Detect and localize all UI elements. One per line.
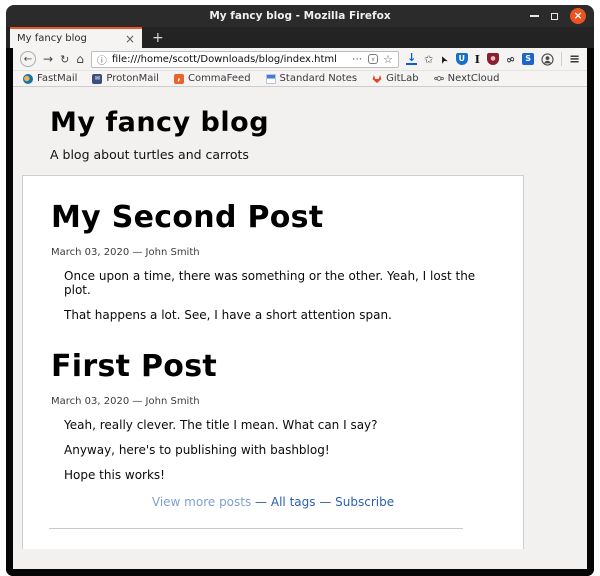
blue-s-extension-icon[interactable]: S (522, 53, 534, 65)
bookmark-label: NextCloud (448, 73, 500, 84)
post-paragraph: Once upon a time, there was something or… (64, 269, 495, 297)
bookmark-protonmail[interactable]: ✉ ProtonMail (92, 73, 159, 84)
minimize-icon[interactable] (530, 15, 539, 17)
protonmail-favicon: ✉ (92, 74, 102, 84)
bookmark-label: ProtonMail (106, 73, 159, 84)
red-shield-extension-icon[interactable] (487, 53, 499, 65)
ublock-shield-icon[interactable]: U (456, 53, 468, 65)
cursor-extension-icon[interactable]: ➤ (438, 53, 452, 65)
toolbar-separator (561, 52, 562, 66)
downloads-icon[interactable]: ↓ (406, 53, 417, 65)
nav-separator: — (251, 495, 271, 509)
glasses-extension-icon[interactable]: ∞ (504, 51, 517, 66)
post-navigation: View more posts — All tags — Subscribe (23, 495, 523, 509)
post-paragraph: Hope this works! (64, 468, 495, 482)
bookmark-star-icon[interactable]: ☆ (383, 53, 393, 66)
pocket-icon[interactable]: ∨ (368, 54, 378, 64)
post-title[interactable]: First Post (51, 349, 495, 384)
bookmark-label: Standard Notes (280, 73, 358, 84)
site-subtitle: A blog about turtles and carrots (50, 147, 587, 162)
forward-button[interactable]: → (43, 53, 53, 65)
view-more-posts-link[interactable]: View more posts (152, 495, 251, 509)
tab-strip: My fancy blog × + (6, 27, 594, 48)
tab-title: My fancy blog (17, 33, 121, 44)
footer-divider (49, 528, 463, 529)
close-icon[interactable]: × (570, 8, 586, 24)
window-controls: × (530, 5, 586, 27)
back-button[interactable]: ← (20, 51, 36, 67)
letter-i-extension-icon[interactable]: I (475, 53, 480, 66)
bookmark-label: CommaFeed (188, 73, 251, 84)
url-bar[interactable]: ⓘ file:///home/scott/Downloads/blog/inde… (91, 51, 399, 68)
site-info-icon[interactable]: ⓘ (97, 52, 107, 67)
fastmail-favicon (23, 74, 33, 84)
post-title[interactable]: My Second Post (51, 200, 495, 235)
bookmark-label: FastMail (37, 73, 77, 84)
firefox-window: My fancy blog - Mozilla Firefox × My fan… (6, 5, 594, 556)
post-paragraph: Yeah, really clever. The title I mean. W… (64, 418, 495, 432)
subscribe-link[interactable]: Subscribe (335, 495, 394, 509)
page-actions-icon[interactable]: ⋯ (352, 54, 363, 65)
post-meta: March 03, 2020 — John Smith (51, 396, 495, 407)
window-titlebar[interactable]: My fancy blog - Mozilla Firefox × (6, 5, 594, 27)
stamp-extension-icon[interactable]: ✩ (424, 54, 433, 65)
maximize-icon[interactable] (551, 13, 558, 20)
hamburger-menu-icon[interactable]: ≡ (569, 52, 580, 67)
reload-button[interactable]: ↻ (60, 54, 69, 65)
page-viewport: My fancy blog A blog about turtles and c… (13, 87, 587, 549)
window-body: ← → ↻ ⌂ ⓘ file:///home/scott/Downloads/b… (6, 48, 594, 576)
site-title[interactable]: My fancy blog (50, 107, 587, 138)
bookmark-label: GitLab (386, 73, 419, 84)
post-my-second-post: My Second Post March 03, 2020 — John Smi… (23, 200, 523, 322)
page-footer: CC by-nc-nd John Smith — john@smith.com … (23, 534, 523, 549)
standard-notes-favicon (266, 74, 276, 84)
bookmarks-toolbar: FastMail ✉ ProtonMail , CommaFeed Standa… (13, 70, 587, 87)
post-first-post: First Post March 03, 2020 — John Smith Y… (23, 349, 523, 482)
home-button[interactable]: ⌂ (76, 53, 84, 65)
post-paragraph: Anyway, here's to publishing with bashbl… (64, 443, 495, 457)
post-meta: March 03, 2020 — John Smith (51, 247, 495, 258)
nav-separator: — (316, 495, 336, 509)
gitlab-favicon (372, 74, 382, 84)
bookmark-commafeed[interactable]: , CommaFeed (174, 73, 251, 84)
window-title: My fancy blog - Mozilla Firefox (209, 10, 390, 22)
account-icon[interactable] (541, 53, 554, 66)
navigation-toolbar: ← → ↻ ⌂ ⓘ file:///home/scott/Downloads/b… (13, 48, 587, 70)
posts-container: My Second Post March 03, 2020 — John Smi… (22, 175, 524, 549)
nextcloud-favicon (434, 74, 444, 84)
new-tab-button[interactable]: + (142, 27, 174, 48)
bookmark-nextcloud[interactable]: NextCloud (434, 73, 500, 84)
tab-close-icon[interactable]: × (125, 33, 135, 45)
url-input[interactable]: file:///home/scott/Downloads/blog/index.… (112, 54, 347, 65)
site-header: My fancy blog A blog about turtles and c… (13, 87, 587, 162)
commafeed-favicon: , (174, 74, 184, 84)
all-tags-link[interactable]: All tags (271, 495, 316, 509)
post-paragraph: That happens a lot. See, I have a short … (64, 308, 495, 322)
bookmark-standard-notes[interactable]: Standard Notes (266, 73, 358, 84)
bookmark-gitlab[interactable]: GitLab (372, 73, 419, 84)
tab-my-fancy-blog[interactable]: My fancy blog × (10, 27, 142, 48)
bookmark-fastmail[interactable]: FastMail (23, 73, 77, 84)
